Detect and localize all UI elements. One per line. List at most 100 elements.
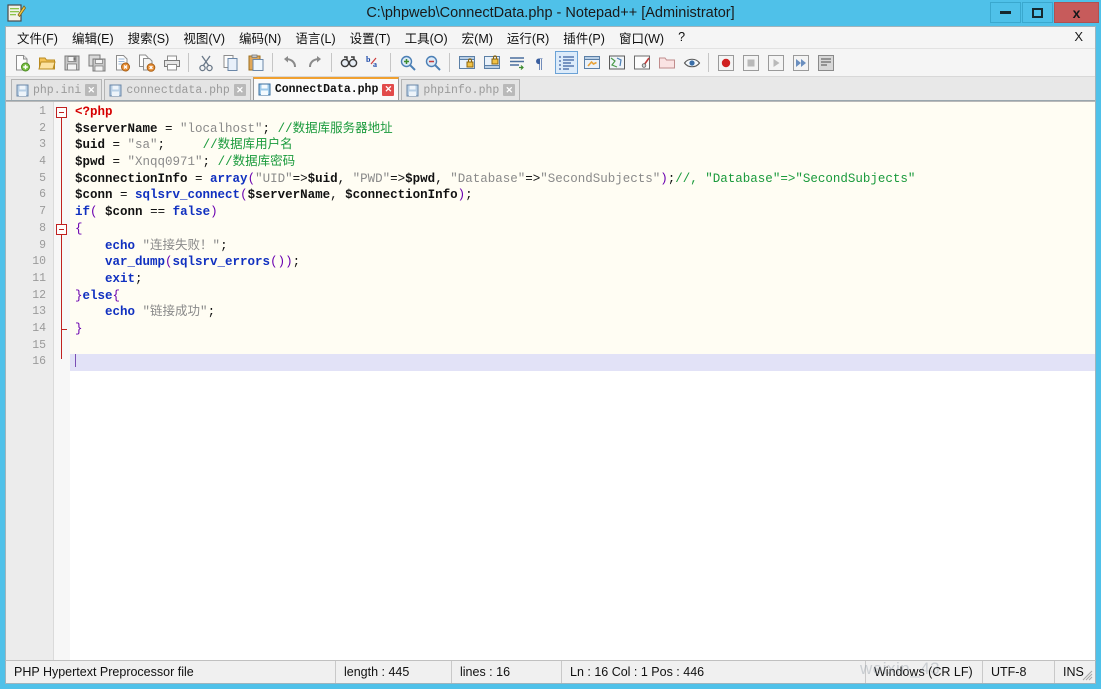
ui-user-defined-dialog-icon[interactable] bbox=[580, 51, 603, 74]
zoom-out-icon[interactable] bbox=[421, 51, 444, 74]
word-wrap-icon[interactable] bbox=[505, 51, 528, 74]
macro-save-icon[interactable] bbox=[814, 51, 837, 74]
fold-cell[interactable] bbox=[54, 321, 70, 338]
toolbar-separator bbox=[331, 53, 332, 72]
menu-language[interactable]: 语言(L) bbox=[288, 26, 342, 50]
code-token: false bbox=[173, 205, 211, 219]
code-line: <?php bbox=[70, 104, 1095, 121]
code-line: if( $conn == false) bbox=[70, 204, 1095, 221]
menu-run[interactable]: 运行(R) bbox=[500, 26, 556, 50]
menu-tools[interactable]: 工具(O) bbox=[398, 26, 455, 50]
fold-cell[interactable] bbox=[54, 137, 70, 154]
menu-view[interactable]: 视图(V) bbox=[176, 26, 232, 50]
menu-macro[interactable]: 宏(M) bbox=[455, 26, 500, 50]
indent-guide-icon[interactable] bbox=[555, 51, 578, 74]
new-file-icon[interactable] bbox=[10, 51, 33, 74]
status-eol-format[interactable]: Windows (CR LF) bbox=[866, 661, 983, 683]
fold-collapse-icon[interactable] bbox=[56, 224, 67, 235]
folder-as-workspace-icon[interactable] bbox=[655, 51, 678, 74]
menu-help[interactable]: ? bbox=[671, 28, 692, 47]
status-lines: lines : 16 bbox=[452, 661, 562, 683]
minimize-button[interactable] bbox=[990, 2, 1021, 23]
close-document-button[interactable]: X bbox=[1070, 29, 1087, 44]
fold-cell[interactable] bbox=[54, 204, 70, 221]
save-all-icon[interactable] bbox=[85, 51, 108, 74]
fold-cell[interactable] bbox=[54, 221, 70, 238]
find-icon[interactable] bbox=[337, 51, 360, 74]
fold-cell[interactable] bbox=[54, 171, 70, 188]
fold-cell[interactable] bbox=[54, 288, 70, 305]
code-line: var_dump(sqlsrv_errors()); bbox=[70, 254, 1095, 271]
tab-close-icon[interactable]: ✕ bbox=[382, 84, 394, 96]
fold-cell[interactable] bbox=[54, 104, 70, 121]
macro-stop-icon[interactable] bbox=[739, 51, 762, 74]
code-token: echo bbox=[105, 305, 135, 319]
tab-close-icon[interactable]: ✕ bbox=[85, 84, 97, 96]
function-list-icon[interactable] bbox=[630, 51, 653, 74]
status-encoding[interactable]: UTF-8 bbox=[983, 661, 1055, 683]
open-file-icon[interactable] bbox=[35, 51, 58, 74]
sync-vertical-scroll-icon[interactable] bbox=[455, 51, 478, 74]
code-token: = bbox=[158, 122, 181, 136]
tab-close-icon[interactable]: ✕ bbox=[234, 84, 246, 96]
menu-search[interactable]: 搜索(S) bbox=[121, 26, 177, 50]
menu-window[interactable]: 窗口(W) bbox=[612, 26, 671, 50]
resize-grip-icon[interactable] bbox=[1081, 669, 1093, 681]
monitoring-icon[interactable] bbox=[680, 51, 703, 74]
fold-cell[interactable] bbox=[54, 254, 70, 271]
tab-label: php.ini bbox=[33, 84, 81, 97]
macro-record-icon[interactable] bbox=[714, 51, 737, 74]
close-all-files-icon[interactable] bbox=[135, 51, 158, 74]
svg-text:b: b bbox=[366, 55, 371, 64]
zoom-in-icon[interactable] bbox=[396, 51, 419, 74]
print-icon[interactable] bbox=[160, 51, 183, 74]
fold-cell[interactable] bbox=[54, 304, 70, 321]
menu-edit[interactable]: 编辑(E) bbox=[65, 26, 121, 50]
close-window-button[interactable]: x bbox=[1054, 2, 1099, 23]
code-folding-margin[interactable] bbox=[54, 102, 70, 660]
save-icon[interactable] bbox=[60, 51, 83, 74]
tab-php-ini[interactable]: php.ini ✕ bbox=[11, 79, 102, 100]
fold-cell[interactable] bbox=[54, 121, 70, 138]
status-caret-position: Ln : 16 Col : 1 Pos : 446 bbox=[562, 661, 866, 683]
tab-connectdata-php[interactable]: connectdata.php ✕ bbox=[104, 79, 251, 100]
fold-cell[interactable] bbox=[54, 271, 70, 288]
sync-horizontal-scroll-icon[interactable] bbox=[480, 51, 503, 74]
tab-close-icon[interactable]: ✕ bbox=[503, 84, 515, 96]
menu-plugins[interactable]: 插件(P) bbox=[556, 26, 612, 50]
tab-ConnectData-php[interactable]: ConnectData.php ✕ bbox=[253, 77, 400, 100]
menu-file[interactable]: 文件(F) bbox=[10, 26, 65, 50]
code-token: => bbox=[293, 172, 308, 186]
text-caret bbox=[75, 354, 76, 367]
replace-icon[interactable]: b a bbox=[362, 51, 385, 74]
title-bar[interactable]: C:\phpweb\ConnectData.php - Notepad++ [A… bbox=[0, 0, 1101, 26]
macro-play-multiple-icon[interactable] bbox=[789, 51, 812, 74]
menu-settings[interactable]: 设置(T) bbox=[343, 26, 398, 50]
tab-phpinfo-php[interactable]: phpinfo.php ✕ bbox=[401, 79, 520, 100]
fold-cell[interactable] bbox=[54, 187, 70, 204]
editor-area[interactable]: 12345678910111213141516 <?php$serverName… bbox=[6, 101, 1095, 660]
fold-cell[interactable] bbox=[54, 238, 70, 255]
copy-icon[interactable] bbox=[219, 51, 242, 74]
line-number: 12 bbox=[6, 288, 53, 305]
fold-cell[interactable] bbox=[54, 354, 70, 371]
close-file-icon[interactable] bbox=[110, 51, 133, 74]
undo-icon[interactable] bbox=[278, 51, 301, 74]
menu-encoding[interactable]: 编码(N) bbox=[232, 26, 288, 50]
code-token: echo bbox=[105, 239, 135, 253]
code-token: //数据库服务器地址 bbox=[278, 122, 393, 136]
cut-icon[interactable] bbox=[194, 51, 217, 74]
fold-cell[interactable] bbox=[54, 154, 70, 171]
paste-icon[interactable] bbox=[244, 51, 267, 74]
window-title: C:\phpweb\ConnectData.php - Notepad++ [A… bbox=[0, 0, 1101, 26]
macro-play-icon[interactable] bbox=[764, 51, 787, 74]
code-line: exit; bbox=[70, 271, 1095, 288]
document-map-icon[interactable] bbox=[605, 51, 628, 74]
maximize-button[interactable] bbox=[1022, 2, 1053, 23]
toolbar-separator bbox=[188, 53, 189, 72]
code-text-area[interactable]: <?php$serverName = "localhost"; //数据库服务器… bbox=[70, 102, 1095, 660]
fold-cell[interactable] bbox=[54, 338, 70, 355]
fold-collapse-icon[interactable] bbox=[56, 107, 67, 118]
show-all-characters-icon[interactable]: ¶ bbox=[530, 51, 553, 74]
redo-icon[interactable] bbox=[303, 51, 326, 74]
